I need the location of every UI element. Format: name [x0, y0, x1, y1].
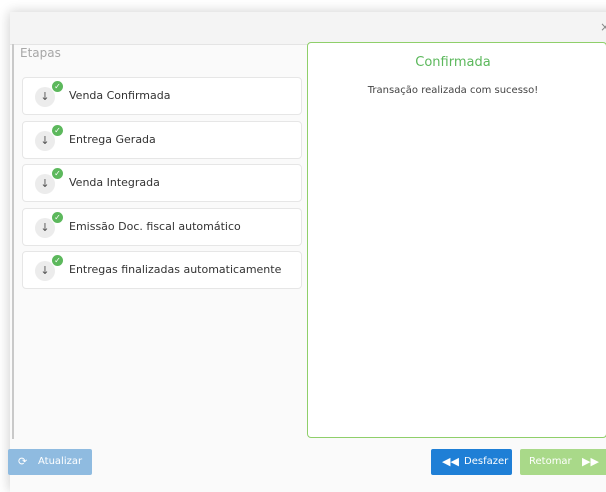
check-icon: ✓ [51, 211, 64, 224]
refresh-button[interactable]: ⟳ Atualizar [8, 449, 92, 475]
step-label: Entregas finalizadas automaticamente [69, 263, 282, 276]
detail-title: Confirmada [415, 55, 491, 70]
refresh-icon: ⟳ [18, 455, 28, 468]
steps-title: Etapas [20, 46, 61, 60]
step-label: Venda Integrada [69, 176, 160, 189]
check-icon: ✓ [51, 124, 64, 137]
check-icon: ✓ [51, 80, 64, 93]
step-label: Entrega Gerada [69, 133, 156, 146]
check-icon: ✓ [51, 167, 64, 180]
rewind-icon: ◀◀ [442, 455, 459, 468]
step-item[interactable]: ↓ ✓ Venda Integrada [22, 164, 302, 202]
detail-panel: Confirmada Transação realizada com suces… [307, 42, 606, 438]
step-label: Emissão Doc. fiscal automático [69, 220, 241, 233]
step-item[interactable]: ↓ ✓ Entregas finalizadas automaticamente [22, 251, 302, 289]
step-label: Venda Confirmada [69, 89, 171, 102]
check-icon: ✓ [51, 254, 64, 267]
resume-button[interactable]: Retomar ▶▶ [520, 449, 606, 475]
step-item[interactable]: ↓ ✓ Emissão Doc. fiscal automático [22, 208, 302, 246]
detail-message: Transação realizada com sucesso! [367, 85, 539, 96]
close-icon[interactable]: × [600, 20, 606, 34]
steps-panel: Etapas ↓ ✓ Venda Confirmada ↓ ✓ Entrega … [12, 44, 306, 439]
undo-button[interactable]: ◀◀ Desfazer [431, 449, 512, 475]
modal-header: × [10, 12, 606, 45]
step-item[interactable]: ↓ ✓ Entrega Gerada [22, 121, 302, 159]
fast-forward-icon: ▶▶ [582, 455, 599, 468]
step-item[interactable]: ↓ ✓ Venda Confirmada [22, 77, 302, 115]
